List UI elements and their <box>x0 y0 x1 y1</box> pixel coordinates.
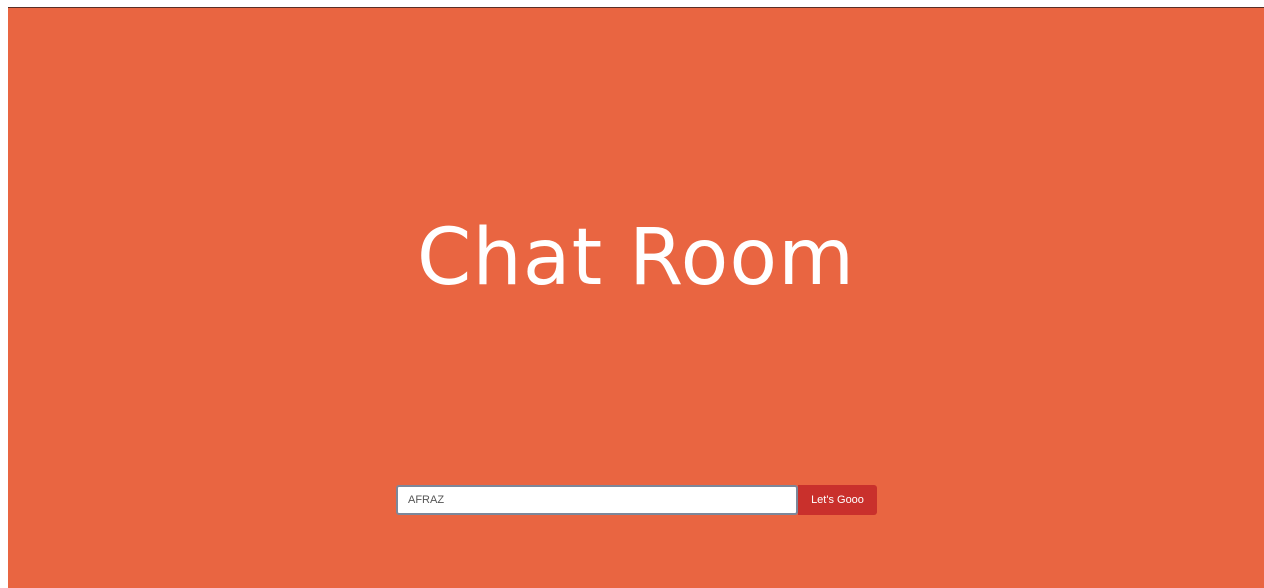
lets-go-button[interactable]: Let's Gooo <box>798 485 877 515</box>
page-frame: Chat Room Let's Gooo <box>0 0 1264 588</box>
chat-room-landing: Chat Room Let's Gooo <box>8 8 1264 588</box>
name-input[interactable] <box>396 485 798 515</box>
page-title: Chat Room <box>416 213 856 303</box>
join-form: Let's Gooo <box>396 485 878 515</box>
